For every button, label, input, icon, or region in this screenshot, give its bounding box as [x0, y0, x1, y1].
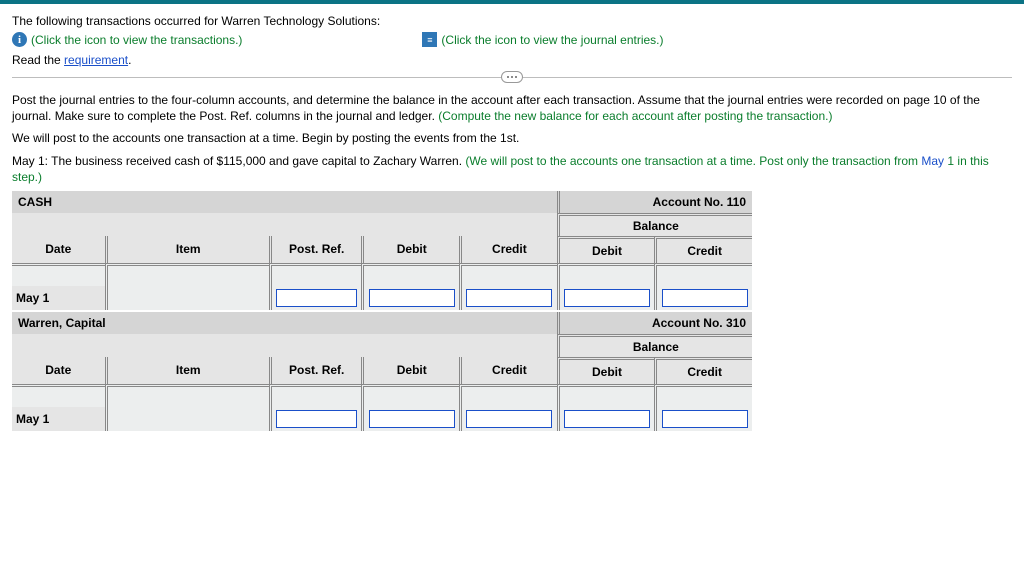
col-header-credit: Credit — [459, 236, 557, 263]
view-journal-link[interactable]: ≡ (Click the icon to view the journal en… — [422, 32, 663, 47]
col-header-date: Date — [12, 357, 105, 384]
bal-debit-input[interactable] — [564, 289, 650, 307]
col-header-credit: Credit — [654, 236, 752, 263]
account-name: CASH — [12, 191, 557, 213]
account-number: Account No. 310 — [557, 312, 752, 334]
col-header-credit: Credit — [654, 357, 752, 384]
journal-icon: ≡ — [422, 32, 437, 47]
entry-date: May 1 — [12, 286, 105, 310]
instruction-3: May 1: The business received cash of $11… — [12, 153, 1012, 185]
ledger-table: CASHAccount No. 110 Balance DateItemPost.… — [12, 191, 752, 310]
credit-input[interactable] — [466, 410, 552, 428]
col-header-debit: Debit — [557, 357, 655, 384]
postref-input[interactable] — [276, 410, 357, 428]
col-header-credit: Credit — [459, 357, 557, 384]
col-header-date: Date — [12, 236, 105, 263]
expand-icon[interactable] — [501, 71, 523, 83]
view-transactions-label: (Click the icon to view the transactions… — [31, 33, 242, 47]
account-name: Warren, Capital — [12, 312, 557, 334]
balance-header: Balance — [557, 334, 752, 357]
col-header-debit: Debit — [361, 236, 459, 263]
view-transactions-link[interactable]: i (Click the icon to view the transactio… — [12, 32, 242, 47]
bal-debit-input[interactable] — [564, 410, 650, 428]
col-header-item: Item — [105, 357, 269, 384]
requirement-link[interactable]: requirement — [64, 53, 128, 67]
account-number: Account No. 110 — [557, 191, 752, 213]
credit-input[interactable] — [466, 289, 552, 307]
intro-text: The following transactions occurred for … — [12, 14, 1012, 28]
col-header-debit: Debit — [557, 236, 655, 263]
col-header-item: Item — [105, 236, 269, 263]
balance-header: Balance — [557, 213, 752, 236]
entry-date: May 1 — [12, 407, 105, 431]
bal-credit-input[interactable] — [662, 410, 748, 428]
postref-input[interactable] — [276, 289, 357, 307]
col-header-debit: Debit — [361, 357, 459, 384]
requirement-line: Read the requirement. — [12, 53, 1012, 67]
debit-input[interactable] — [369, 410, 455, 428]
instruction-1: Post the journal entries to the four-col… — [12, 92, 1012, 124]
bal-credit-input[interactable] — [662, 289, 748, 307]
col-header-postref: Post. Ref. — [269, 236, 362, 263]
info-icon: i — [12, 32, 27, 47]
debit-input[interactable] — [369, 289, 455, 307]
view-journal-label: (Click the icon to view the journal entr… — [441, 33, 663, 47]
instruction-2: We will post to the accounts one transac… — [12, 130, 1012, 146]
ledger-table: Warren, CapitalAccount No. 310 Balance Da… — [12, 312, 752, 431]
col-header-postref: Post. Ref. — [269, 357, 362, 384]
